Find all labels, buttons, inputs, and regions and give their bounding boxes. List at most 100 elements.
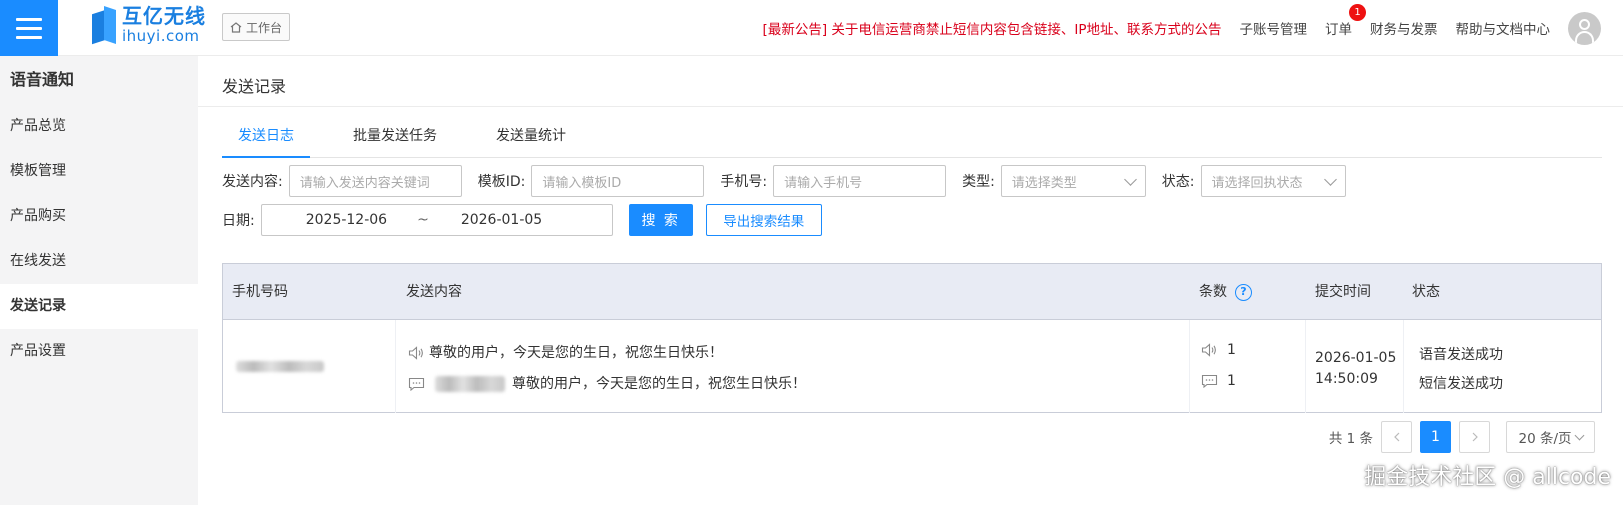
chevron-right-icon (1472, 432, 1478, 442)
date-separator: ~ (417, 212, 429, 228)
template-id-placeholder: 请输入模板ID (542, 175, 622, 191)
th-status: 状态 (1412, 284, 1440, 300)
page-size-select[interactable]: 20 条/页 (1506, 421, 1595, 453)
page-size-value: 20 条/页 (1518, 431, 1572, 447)
phone-placeholder: 请输入手机号 (784, 175, 863, 191)
date-end[interactable]: 2026-01-05 (461, 212, 542, 228)
column-divider (395, 320, 396, 413)
sms-status: 短信发送成功 (1419, 376, 1503, 392)
voice-count-value: 1 (1227, 342, 1236, 358)
message-icon (408, 377, 425, 391)
template-id-input[interactable]: 请输入模板ID (531, 165, 705, 197)
divider (198, 106, 1623, 107)
total-count: 共 1 条 (1328, 431, 1373, 447)
logo-text-en: ihuyi.com (122, 27, 200, 45)
content-filter-input[interactable]: 请输入发送内容关键词 (288, 165, 462, 197)
voice-content: 尊敬的用户，今天是您的生日，祝您生日快乐！ (408, 342, 723, 362)
announcement-link[interactable]: [最新公告] 关于电信运营商禁止短信内容包含链接、IP地址、联系方式的公告 (763, 18, 1222, 38)
logo[interactable]: 互亿无线 ihuyi.com (92, 4, 206, 45)
column-divider (1305, 320, 1306, 413)
home-icon (230, 21, 242, 33)
phone-number-redacted (236, 360, 324, 376)
finance-invoice-link[interactable]: 财务与发票 (1370, 18, 1438, 38)
chevron-down-icon (1323, 172, 1337, 186)
menu-icon-bar (16, 17, 42, 21)
th-count: 条数? (1199, 264, 1252, 320)
next-page-button[interactable] (1459, 421, 1490, 453)
orders-link[interactable]: 订单 1 (1325, 4, 1366, 38)
tab-send-log[interactable]: 发送日志 (222, 114, 310, 158)
date-range-picker[interactable]: 2025-12-06 ~ 2026-01-05 (260, 204, 613, 236)
speaker-icon (1201, 343, 1216, 357)
phone-input[interactable]: 请输入手机号 (773, 165, 947, 197)
status-placeholder: 请选择回执状态 (1211, 175, 1303, 191)
watermark: 掘金技术社区 @ allcode (1364, 465, 1611, 490)
type-placeholder: 请选择类型 (1011, 175, 1077, 191)
sidebar-item-templates[interactable]: 模板管理 (0, 149, 198, 194)
status-select[interactable]: 请选择回执状态 (1200, 165, 1346, 197)
page-title: 发送记录 (222, 77, 287, 96)
tab-bar: 发送日志 批量发送任务 发送量统计 (222, 114, 1602, 158)
workbench-button[interactable]: 工作台 (222, 13, 291, 41)
sidebar-item-send-records[interactable]: 发送记录 (0, 284, 198, 329)
phone-filter-label: 手机号: (720, 174, 768, 190)
user-avatar-icon[interactable] (1568, 11, 1601, 45)
sms-signature-redacted (435, 376, 505, 392)
content-filter-label: 发送内容: (222, 174, 283, 190)
date-start[interactable]: 2025-12-06 (306, 212, 387, 228)
column-divider (1403, 320, 1404, 413)
type-select[interactable]: 请选择类型 (1000, 165, 1146, 197)
page-button-current[interactable]: 1 (1420, 421, 1451, 453)
filter-row: 发送内容: 请输入发送内容关键词 模板ID: 请输入模板ID 手机号: 请输入手… (222, 165, 1346, 197)
chevron-down-icon (1123, 172, 1137, 186)
sms-count: 1 (1201, 373, 1236, 389)
export-results-button[interactable]: 导出搜索结果 (705, 204, 822, 236)
voice-content-text: 尊敬的用户，今天是您的生日，祝您生日快乐！ (429, 345, 723, 361)
voice-status: 语音发送成功 (1419, 347, 1503, 363)
records-table: 手机号码 发送内容 条数? 提交时间 状态 尊敬的用户，今天是您的生日，祝您生日… (222, 263, 1602, 413)
help-icon[interactable]: ? (1235, 283, 1252, 301)
submit-clock: 14:50:09 (1315, 371, 1378, 387)
sms-count-value: 1 (1227, 373, 1236, 389)
sidebar-title: 语音通知 (10, 70, 75, 89)
orders-badge: 1 (1349, 4, 1366, 21)
orders-label: 订单 (1325, 22, 1352, 38)
sidebar: 语音通知 产品总览 模板管理 产品购买 在线发送 发送记录 产品设置 (0, 56, 198, 505)
th-submit-time: 提交时间 (1315, 284, 1371, 300)
status-filter-label: 状态: (1161, 174, 1195, 190)
submit-time: 2026-01-05 14:50:09 (1315, 348, 1396, 390)
date-filter-label: 日期: (222, 213, 255, 229)
sms-content-text: 尊敬的用户，今天是您的生日，祝您生日快乐！ (512, 376, 806, 392)
content-filter-placeholder: 请输入发送内容关键词 (299, 175, 430, 191)
tab-batch-tasks[interactable]: 批量发送任务 (353, 114, 437, 158)
voice-count: 1 (1201, 342, 1236, 358)
th-content: 发送内容 (406, 284, 462, 300)
type-filter-label: 类型: (962, 174, 995, 190)
tab-volume-stats[interactable]: 发送量统计 (496, 114, 566, 158)
sub-account-link[interactable]: 子账号管理 (1240, 18, 1308, 38)
sidebar-item-purchase[interactable]: 产品购买 (0, 194, 198, 239)
th-count-label: 条数 (1199, 284, 1227, 300)
sidebar-item-online-send[interactable]: 在线发送 (0, 239, 198, 284)
table-row: 尊敬的用户，今天是您的生日，祝您生日快乐！ 尊敬的用户，今天是您的生日，祝您生日… (223, 320, 1601, 413)
main-content: 发送记录 发送日志 批量发送任务 发送量统计 发送内容: 请输入发送内容关键词 … (198, 56, 1623, 505)
hamburger-menu-button[interactable] (0, 0, 58, 56)
date-filter-row: 日期: 2025-12-06 ~ 2026-01-05 搜 索 导出搜索结果 (222, 204, 822, 236)
menu-icon-bar (16, 35, 42, 39)
logo-mark-icon (92, 6, 116, 45)
pagination: 共 1 条 1 20 条/页 (1329, 420, 1595, 454)
help-docs-link[interactable]: 帮助与文档中心 (1456, 18, 1551, 38)
sidebar-item-settings[interactable]: 产品设置 (0, 329, 198, 374)
column-divider (1189, 320, 1190, 413)
logo-text-cn: 互亿无线 (122, 4, 206, 28)
submit-date: 2026-01-05 (1315, 350, 1397, 366)
chevron-left-icon (1393, 432, 1399, 442)
message-icon (1201, 374, 1218, 388)
workbench-label: 工作台 (246, 20, 283, 35)
prev-page-button[interactable] (1381, 421, 1412, 453)
sidebar-item-overview[interactable]: 产品总览 (0, 104, 198, 149)
search-button[interactable]: 搜 索 (628, 204, 693, 236)
template-filter-label: 模板ID: (477, 174, 526, 190)
sms-content: 尊敬的用户，今天是您的生日，祝您生日快乐！ (408, 373, 806, 393)
top-bar: 互亿无线 ihuyi.com 工作台 [最新公告] 关于电信运营商禁止短信内容包… (0, 0, 1623, 56)
